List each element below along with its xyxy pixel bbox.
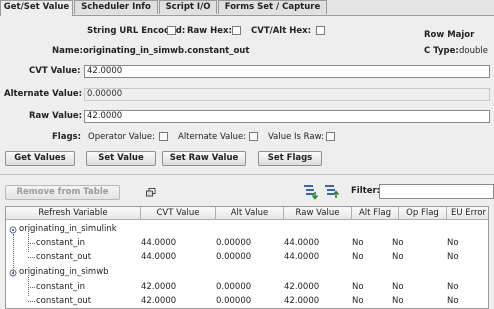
cvt-value-cell: 44.0000 (141, 252, 177, 262)
cvt-alt-hex-checkbox[interactable] (316, 26, 325, 35)
variable-name: constant_out (36, 296, 92, 306)
alternate-value-label: Alternate Value: (4, 89, 83, 99)
raw-value-cell: 44.0000 (284, 238, 320, 248)
raw-value-cell: 44.0000 (284, 252, 320, 262)
column-header-alt-value[interactable]: Alt Value (216, 207, 284, 220)
filter-label: Filter: (351, 186, 381, 196)
op-flag-cell: No (392, 282, 404, 292)
tab-forms-set-capture[interactable]: Forms Set / Capture (218, 0, 327, 14)
alt-flag-cell: No (352, 238, 364, 248)
get-values-button[interactable]: Get Values (5, 151, 75, 166)
column-header-eu-error[interactable]: EU Error (447, 207, 488, 220)
alternate-value-checkbox[interactable] (249, 132, 258, 141)
remove-from-table-button[interactable]: Remove from Table (5, 185, 120, 200)
cvt-value-cell: 42.0000 (141, 296, 177, 306)
variable-name: constant_in (36, 238, 85, 248)
expand-all-icon[interactable] (303, 184, 319, 200)
value-is-raw-label: Value Is Raw: (268, 132, 324, 142)
raw-value-cell: 42.0000 (284, 296, 320, 306)
raw-hex-checkbox[interactable] (232, 26, 241, 35)
variable-name: constant_in (36, 282, 85, 292)
cvt-value-cell: 44.0000 (141, 238, 177, 248)
alt-flag-cell: No (352, 282, 364, 292)
eu-error-cell: No (447, 282, 459, 292)
cvt-value-cell: 42.0000 (141, 282, 177, 292)
detach-icon[interactable] (146, 188, 156, 197)
operator-value-label: Operator Value: (88, 132, 155, 142)
tree-group-row[interactable]: originating_in_simulink (6, 222, 488, 236)
alt-value-cell: 0.00000 (216, 296, 252, 306)
alt-flag-cell: No (352, 296, 364, 306)
collapse-all-icon[interactable] (324, 184, 340, 200)
set-flags-button[interactable]: Set Flags (258, 151, 322, 166)
cvt-value-field[interactable]: 42.0000 (84, 65, 490, 78)
alt-value-cell: 0.00000 (216, 238, 252, 248)
section-divider (0, 174, 494, 175)
filter-input[interactable] (379, 184, 494, 199)
alt-flag-cell: No (352, 252, 364, 262)
eu-error-cell: No (447, 252, 459, 262)
tree-toggle-icon[interactable] (9, 269, 17, 280)
raw-hex-label: Raw Hex: (187, 26, 232, 36)
table-row[interactable]: constant_out 44.0000 0.00000 44.0000 No … (6, 250, 488, 264)
value-is-raw-checkbox[interactable] (326, 132, 335, 141)
tab-label: Script I/O (165, 2, 211, 12)
string-url-encoded-checkbox[interactable] (167, 26, 176, 35)
eu-error-cell: No (447, 238, 459, 248)
column-header-refresh-variable[interactable]: Refresh Variable (6, 207, 141, 220)
flags-label: Flags: (52, 132, 81, 142)
tab-scheduler-info[interactable]: Scheduler Info (74, 0, 158, 14)
refresh-variable-table: Refresh Variable CVT Value Alt Value Raw… (5, 206, 489, 309)
tree-group-label: originating_in_simwb (19, 267, 109, 277)
table-row[interactable]: constant_out 42.0000 0.00000 42.0000 No … (6, 294, 488, 308)
set-value-button[interactable]: Set Value (86, 151, 156, 166)
raw-value-cell: 42.0000 (284, 282, 320, 292)
set-raw-value-button[interactable]: Set Raw Value (162, 151, 246, 166)
raw-value-label: Raw Value: (29, 111, 83, 121)
tree-group-row[interactable]: originating_in_simwb (6, 265, 488, 280)
table-row[interactable]: constant_in 44.0000 0.00000 44.0000 No N… (6, 236, 488, 250)
tab-label: Get/Set Value (3, 2, 70, 12)
cvt-alt-hex-label: CVT/Alt Hex: (251, 26, 311, 36)
alt-value-cell: 0.00000 (216, 252, 252, 262)
ctype-label: C Type: (424, 46, 459, 56)
column-header-alt-flag[interactable]: Alt Flag (352, 207, 399, 220)
tab-label: Forms Set / Capture (224, 2, 321, 12)
column-header-op-flag[interactable]: Op Flag (399, 207, 447, 220)
tab-bar: Get/Set Value Scheduler Info Script I/O … (0, 0, 494, 16)
tab-script-io[interactable]: Script I/O (159, 0, 217, 14)
column-header-raw-value[interactable]: Raw Value (284, 207, 352, 220)
variable-name: constant_out (36, 252, 92, 262)
tab-label: Scheduler Info (81, 2, 151, 12)
tab-get-set-value[interactable]: Get/Set Value (0, 0, 73, 16)
cvt-value-label: CVT Value: (29, 66, 81, 76)
alternate-value-flag-label: Alternate Value: (178, 132, 247, 142)
raw-value-field[interactable]: 42.0000 (84, 110, 490, 123)
name-value: originating_in_simwb.constant_out (83, 46, 250, 56)
ctype-value: double (459, 46, 488, 56)
row-major-label: Row Major (424, 30, 475, 40)
name-label: Name: (52, 46, 83, 56)
op-flag-cell: No (392, 238, 404, 248)
column-header-cvt-value[interactable]: CVT Value (141, 207, 216, 220)
alt-value-cell: 0.00000 (216, 282, 252, 292)
alternate-value-field: 0.00000 (84, 88, 490, 101)
op-flag-cell: No (392, 252, 404, 262)
op-flag-cell: No (392, 296, 404, 306)
tree-group-label: originating_in_simulink (19, 224, 117, 234)
operator-value-checkbox[interactable] (159, 132, 168, 141)
table-row[interactable]: constant_in 42.0000 0.00000 42.0000 No N… (6, 280, 488, 294)
eu-error-cell: No (447, 296, 459, 306)
